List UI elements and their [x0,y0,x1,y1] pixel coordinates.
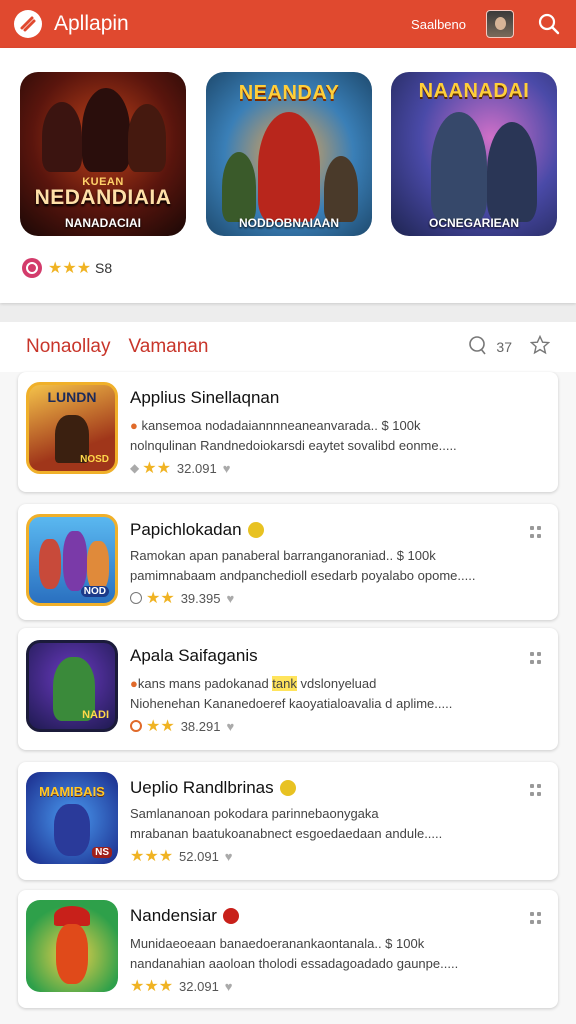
featured-section: KUEAN NEDANDIAIA NANADACIAI NEANDAY NODD… [0,48,576,303]
star-rating: ★★ [142,460,171,477]
download-count: 39.395 [180,590,221,606]
heart-icon[interactable]: ♥ [225,849,233,864]
app-icon [26,900,118,992]
star-rating: ★★★ [130,978,174,995]
app-title: Apllapin [54,12,129,35]
list-item[interactable]: LUNDN NOSD Applius Sinellaqnan ● kansemo… [18,372,558,492]
drag-handle-icon[interactable] [530,526,542,538]
featured-card-1[interactable]: KUEAN NEDANDIAIA NANADACIAI [20,72,186,236]
featured-rating: ★★★ S8 [22,258,112,278]
star-rating: ★★ [146,590,175,607]
tab-secondary[interactable]: Vamanan [129,336,209,358]
drag-handle-icon[interactable] [530,912,542,924]
list-header: Nonaollay Vamanan 37 [0,322,576,372]
heart-icon[interactable]: ♥ [226,719,234,734]
app-icon: MAMIBAIS NS [26,772,118,864]
featured-card-caption: OCNEGARIEAN [428,216,519,230]
app-meta: ★★ 38.291 ♥ [130,716,234,736]
download-count: 32.091 [176,460,217,476]
search-icon[interactable] [536,11,562,37]
star-rating: ★★★ [48,260,92,277]
app-description: Munidaeoeaan banaedoeranankaontanala.. $… [130,936,459,971]
download-count: 32.091 [179,978,219,994]
rating-value: S8 [95,260,113,276]
search-icon[interactable] [468,335,488,360]
app-header: Apllapin Saalbeno [0,0,576,48]
app-description: ● kansemoa nodadaiannnneaneanvarada.. $ … [130,418,457,453]
list-item[interactable]: NADI Apala Saifaganis ●kans mans padokan… [18,628,558,750]
star-rating: ★★★ [130,848,174,865]
app-title[interactable]: Nandensiar [130,906,239,926]
featured-card-caption: NODDOBNAIAAN [239,216,339,230]
app-title[interactable]: Apala Saifaganis [130,646,258,666]
download-count: 52.091 [179,848,219,864]
drag-handle-icon[interactable] [530,784,542,796]
featured-card-title: NAANADAI [418,80,530,102]
download-count: 38.291 [180,718,221,734]
app-title[interactable]: Ueplio Randlbrinas [130,778,296,798]
app-meta: ★★★ 52.091 ♥ [130,846,233,866]
featured-card-caption: NANADACIAI [65,216,141,230]
featured-card-title: NEDANDIAIA [34,186,172,209]
verified-badge-icon [279,780,296,796]
list-item[interactable]: NOD Papichlokadan Ramokan apan panaberal… [18,504,558,620]
heart-icon[interactable]: ♥ [225,979,233,994]
tab-primary[interactable]: Nonaollay [26,336,111,358]
header-link[interactable]: Saalbeno [411,17,466,32]
app-icon: NOD [26,514,118,606]
star-icon[interactable] [529,334,551,360]
heart-icon[interactable]: ♥ [223,461,231,476]
app-description: ●kans mans padokanad tank vdslonyeluad Ni… [130,676,453,711]
verified-badge-icon [247,522,264,538]
featured-card-title: NEANDAY [238,82,340,104]
list-item[interactable]: Nandensiar Munidaeoeaan banaedoeranankao… [18,890,558,1008]
app-meta: ★★★ 32.091 ♥ [130,976,233,996]
drag-handle-icon[interactable] [530,652,542,664]
app-description: Samlananoan pokodara parinnebaonygaka mra… [130,806,443,841]
star-rating: ★★ [146,718,175,735]
list-item[interactable]: MAMIBAIS NS Ueplio Randlbrinas Samlanano… [18,762,558,880]
app-description: Ramokan apan panaberal barranganoraniad.… [130,548,476,583]
app-title[interactable]: Applius Sinellaqnan [130,388,279,408]
featured-card-3[interactable]: NAANADAI OCNEGARIEAN [391,72,557,236]
verified-badge-icon [222,908,239,924]
app-icon: LUNDN NOSD [26,382,118,474]
app-title[interactable]: Papichlokadan [130,520,264,540]
result-count: 37 [496,339,512,355]
app-list-section: Nonaollay Vamanan 37 LUNDN NOSD Applius … [0,322,576,1024]
app-icon: NADI [26,640,118,732]
app-meta: ★★ 39.395 ♥ [130,588,234,608]
app-logo-icon[interactable] [14,10,42,38]
heart-icon[interactable]: ♥ [226,591,234,606]
avatar[interactable] [486,10,514,38]
featured-card-2[interactable]: NEANDAY NODDOBNAIAAN [206,72,372,236]
rating-badge-icon [22,258,42,278]
app-meta: ◆ ★★ 32.091 ♥ [130,460,231,477]
